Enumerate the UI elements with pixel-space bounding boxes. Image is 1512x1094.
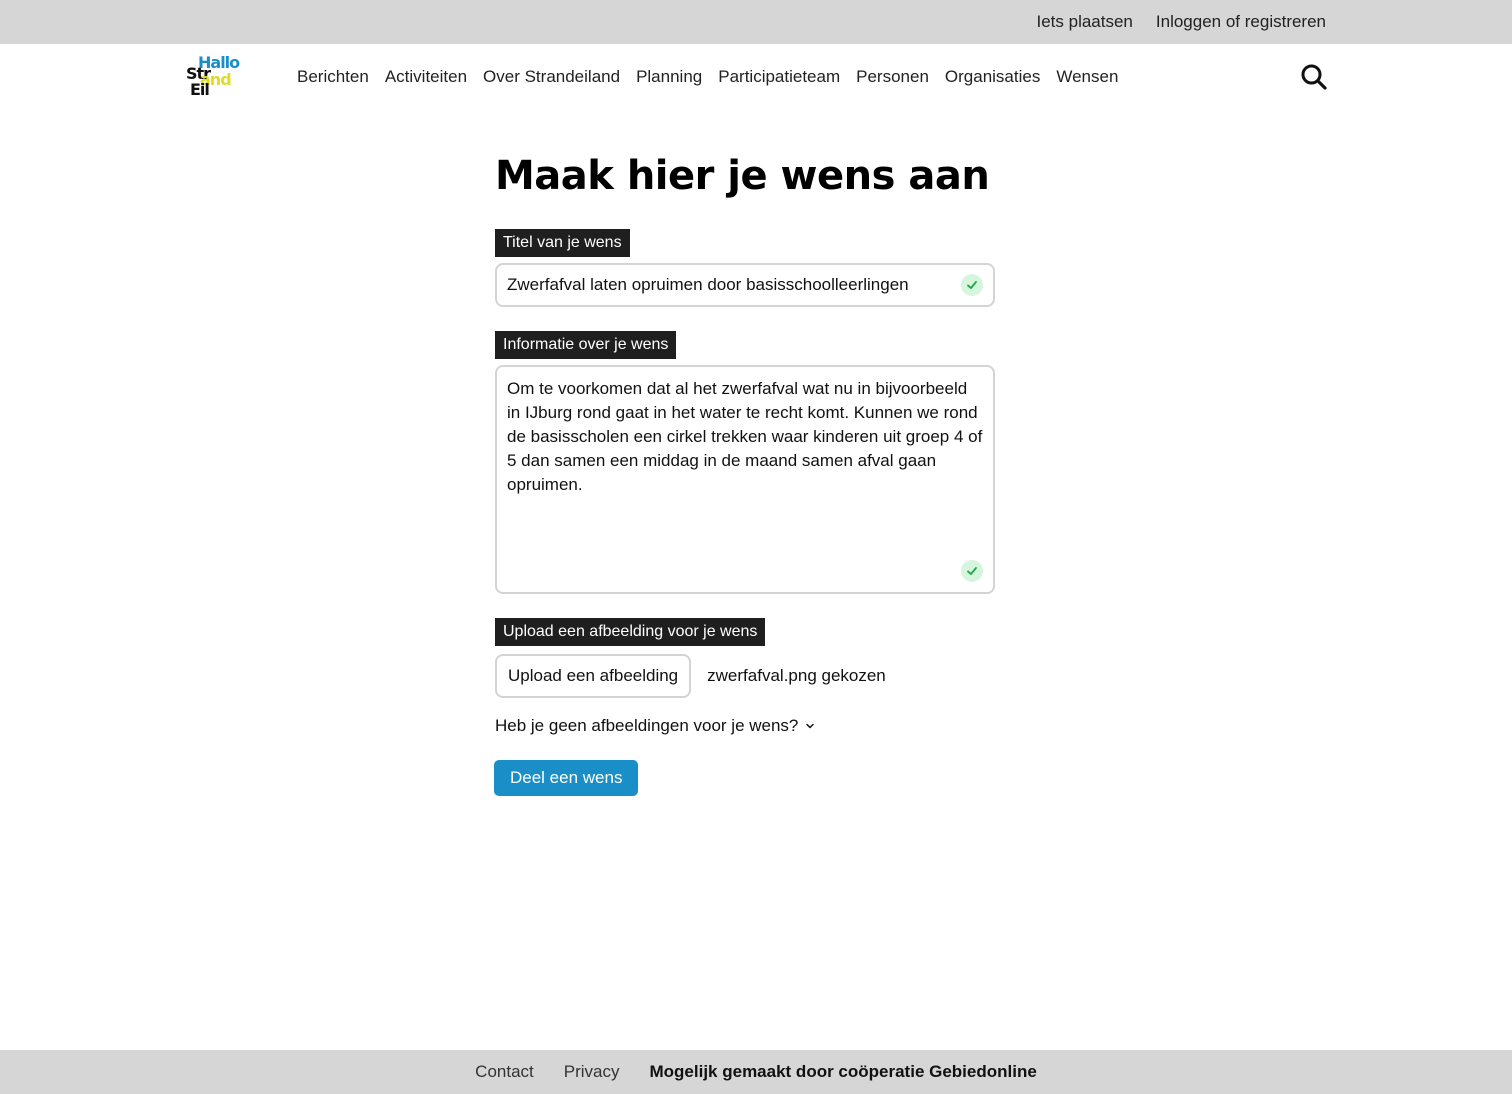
no-image-toggle-label: Heb je geen afbeeldingen voor je wens? bbox=[495, 716, 799, 735]
footer-credit-link[interactable]: Mogelijk gemaakt door coöperatie Gebiedo… bbox=[650, 1062, 1037, 1082]
valid-check-icon bbox=[961, 560, 983, 582]
nav-item-participatieteam[interactable]: Participatieteam bbox=[718, 67, 840, 87]
top-utility-bar: Iets plaatsen Inloggen of registreren bbox=[0, 0, 1512, 44]
upload-field-group: Upload een afbeelding voor je wens Uploa… bbox=[495, 618, 995, 698]
nav-item-planning[interactable]: Planning bbox=[636, 67, 702, 87]
page-title: Maak hier je wens aan bbox=[495, 153, 990, 199]
login-register-link[interactable]: Inloggen of registreren bbox=[1156, 12, 1326, 32]
post-something-link[interactable]: Iets plaatsen bbox=[1036, 12, 1132, 32]
title-input-value: Zwerfafval laten opruimen door basisscho… bbox=[507, 275, 909, 294]
title-field-group: Titel van je wens Zwerfafval laten oprui… bbox=[495, 229, 995, 307]
footer-privacy-link[interactable]: Privacy bbox=[564, 1062, 620, 1082]
no-image-toggle[interactable]: Heb je geen afbeeldingen voor je wens? bbox=[495, 716, 995, 736]
footer-contact-link[interactable]: Contact bbox=[475, 1062, 534, 1082]
search-icon bbox=[1301, 64, 1327, 90]
nav-item-wensen[interactable]: Wensen bbox=[1056, 67, 1118, 87]
upload-status-text: zwerfafval.png gekozen bbox=[707, 666, 886, 685]
upload-label: Upload een afbeelding voor je wens bbox=[495, 618, 766, 646]
nav-item-over-strandeiland[interactable]: Over Strandeiland bbox=[483, 67, 620, 87]
logo-text-eil: Eil bbox=[190, 80, 210, 99]
info-textarea[interactable]: Om te voorkomen dat al het zwerfafval wa… bbox=[495, 365, 995, 594]
chevron-down-icon bbox=[806, 723, 815, 729]
utility-links: Iets plaatsen Inloggen of registreren bbox=[1036, 0, 1326, 44]
upload-image-button[interactable]: Upload een afbeelding bbox=[495, 654, 692, 698]
site-logo[interactable]: Hallo Str and Eil bbox=[186, 55, 250, 100]
title-label: Titel van je wens bbox=[495, 229, 630, 257]
info-label: Informatie over je wens bbox=[495, 331, 677, 359]
info-field-group: Informatie over je wens Om te voorkomen … bbox=[495, 331, 995, 594]
info-textarea-value: Om te voorkomen dat al het zwerfafval wa… bbox=[507, 379, 983, 494]
nav-item-activiteiten[interactable]: Activiteiten bbox=[385, 67, 467, 87]
main-navigation: Hallo Str and Eil Berichten Activiteiten… bbox=[0, 44, 1512, 110]
footer: Contact Privacy Mogelijk gemaakt door co… bbox=[0, 1050, 1512, 1094]
nav-item-organisaties[interactable]: Organisaties bbox=[945, 67, 1040, 87]
valid-check-icon bbox=[961, 274, 983, 296]
nav-menu: Berichten Activiteiten Over Strandeiland… bbox=[297, 44, 1118, 110]
page: Iets plaatsen Inloggen of registreren Ha… bbox=[0, 0, 1512, 1094]
search-button[interactable] bbox=[1300, 63, 1328, 91]
nav-item-personen[interactable]: Personen bbox=[856, 67, 929, 87]
wish-form: Maak hier je wens aan Titel van je wens … bbox=[494, 150, 995, 796]
share-wish-button[interactable]: Deel een wens bbox=[494, 760, 639, 796]
title-input[interactable]: Zwerfafval laten opruimen door basisscho… bbox=[495, 263, 995, 307]
nav-item-berichten[interactable]: Berichten bbox=[297, 67, 369, 87]
upload-row: Upload een afbeelding zwerfafval.png gek… bbox=[495, 654, 995, 698]
